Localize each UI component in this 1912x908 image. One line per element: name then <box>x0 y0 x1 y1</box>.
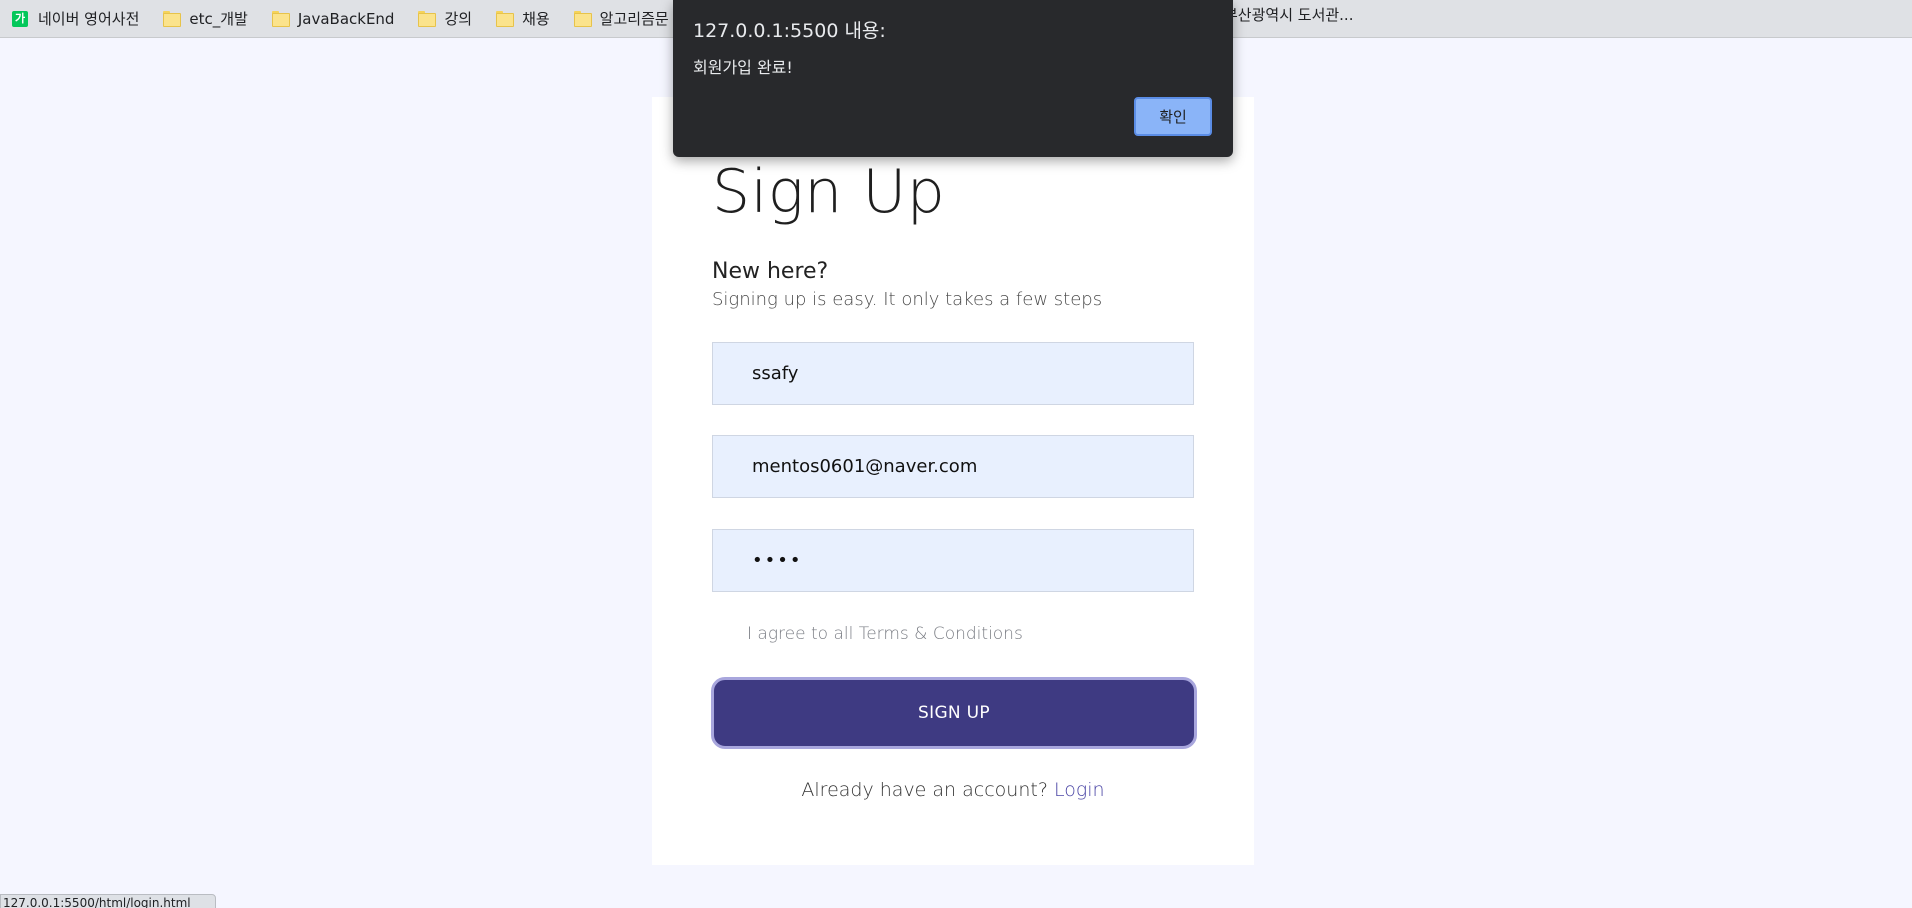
signup-button[interactable]: SIGN UP <box>711 677 1197 749</box>
bookmark-naver-dictionary[interactable]: 가 네이버 영어사전 <box>12 5 153 33</box>
alert-ok-button[interactable]: 확인 <box>1134 97 1212 136</box>
alert-message: 회원가입 완료! <box>693 58 793 77</box>
folder-icon <box>271 10 290 27</box>
folder-icon <box>163 10 182 27</box>
alert-title: 127.0.0.1:5500 내용: <box>693 20 886 42</box>
bookmark-label: etc_개발 <box>189 10 248 28</box>
bookmark-label: 알고리즘문 <box>599 10 669 28</box>
bookmark-label: JavaBackEnd <box>297 9 395 28</box>
bookmark-folder-algorithm[interactable]: 알고리즘문 <box>573 5 683 33</box>
status-bar-url: 127.0.0.1:5500/html/login.html <box>0 894 216 908</box>
bookmark-folder-javabackend[interactable]: JavaBackEnd <box>271 5 409 33</box>
bookmark-busan-library[interactable]: 부산광역시 도서관... <box>1224 4 1353 26</box>
folder-icon <box>573 10 592 27</box>
email-field[interactable] <box>712 435 1194 498</box>
username-field[interactable] <box>712 342 1194 405</box>
page-title: Sign Up <box>712 157 946 227</box>
login-prompt: Already have an account? Login <box>652 779 1254 801</box>
bookmark-label: 채용 <box>522 10 550 28</box>
signup-card: Sign Up New here? Signing up is easy. It… <box>652 97 1254 865</box>
intro-heading: New here? <box>712 259 829 284</box>
bookmark-folder-etc[interactable]: etc_개발 <box>163 5 261 33</box>
folder-icon <box>418 10 437 27</box>
bookmark-label: 강의 <box>444 10 473 28</box>
password-field[interactable] <box>712 529 1194 592</box>
naver-favicon-icon: 가 <box>12 10 28 27</box>
alert-dialog: 127.0.0.1:5500 내용: 회원가입 완료! 확인 <box>673 0 1233 157</box>
folder-icon <box>496 10 515 27</box>
login-prompt-text: Already have an account? <box>801 779 1048 801</box>
login-link[interactable]: Login <box>1054 779 1105 801</box>
bookmark-folder-jobs[interactable]: 채용 <box>496 5 564 33</box>
terms-checkbox-label[interactable]: I agree to all Terms & Conditions <box>747 624 1023 644</box>
intro-subheading: Signing up is easy. It only takes a few … <box>712 289 1103 310</box>
bookmark-folder-lectures[interactable]: 강의 <box>418 5 486 33</box>
bookmark-label: 네이버 영어사전 <box>38 10 140 28</box>
